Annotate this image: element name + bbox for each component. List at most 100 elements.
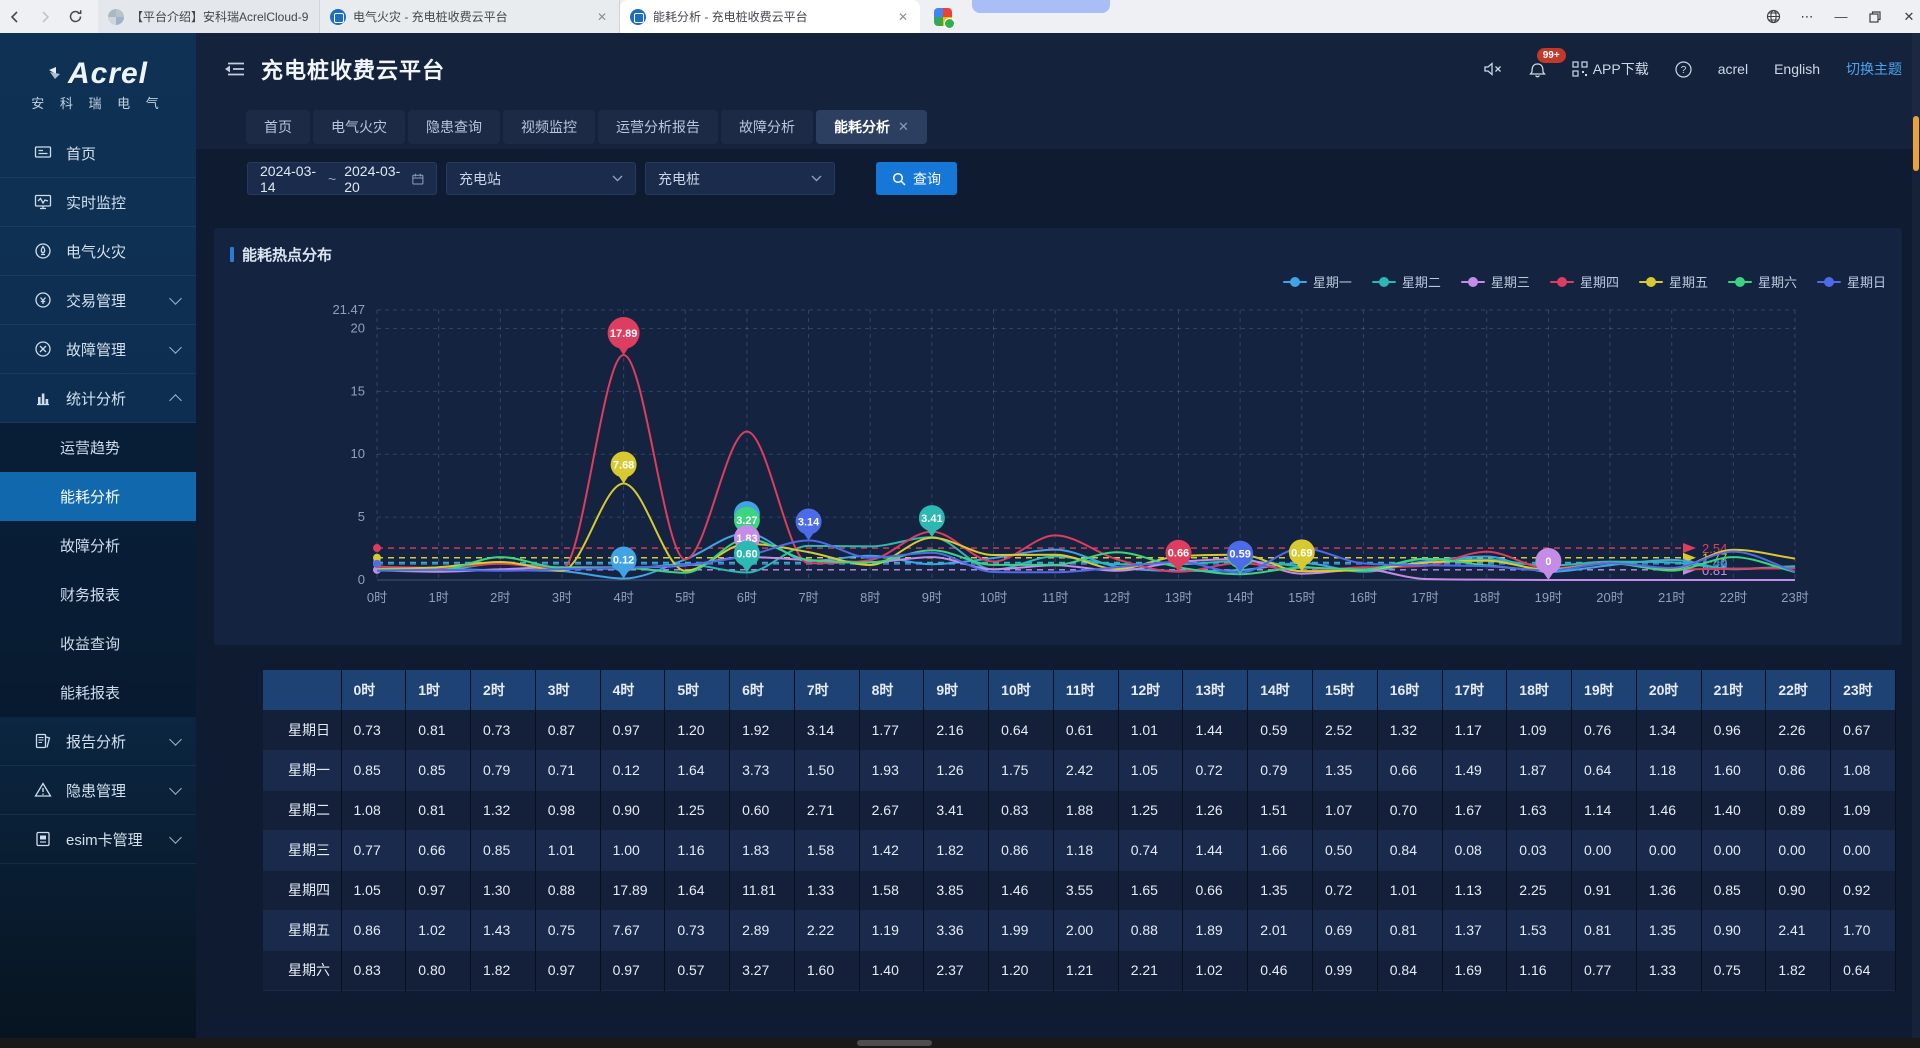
browser-menu-button[interactable]: ⋯ <box>1790 0 1824 33</box>
table-cell: 2.67 <box>859 790 924 830</box>
table-cell: 1.83 <box>730 830 795 870</box>
svg-text:22时: 22时 <box>1720 590 1747 605</box>
table-cell: 1.40 <box>1701 790 1766 830</box>
notification-badge: 99+ <box>1537 48 1566 63</box>
calendar-icon <box>412 172 424 186</box>
page-tab-video-monitor[interactable]: 视频监控 <box>503 110 595 144</box>
page-tab-electrical-fire[interactable]: 电气火灾 <box>313 110 405 144</box>
svg-text:9时: 9时 <box>922 590 942 605</box>
table-cell: 0.00 <box>1701 830 1766 870</box>
sidebar-item-stats-analysis[interactable]: 统计分析 <box>0 374 196 423</box>
topbar-right: 99+ APP下载 ? acrel English 切换主题 <box>1484 59 1902 79</box>
tab-close-icon[interactable]: ✕ <box>896 10 910 24</box>
window-minimize-button[interactable]: — <box>1824 0 1858 33</box>
browser-tab-intro[interactable]: 【平台介绍】安科瑞AcrelCloud-9 <box>98 0 320 33</box>
sidebar-subitem-label: 能耗分析 <box>60 486 120 507</box>
legend-item-星期日[interactable]: 星期日 <box>1817 272 1886 291</box>
svg-text:23时: 23时 <box>1781 590 1808 605</box>
notifications-button[interactable]: 99+ <box>1529 60 1546 78</box>
horizontal-scrollbar[interactable] <box>0 1038 1920 1048</box>
sidebar-item-home[interactable]: 首页 <box>0 129 196 178</box>
horizontal-scrollbar-thumb[interactable] <box>857 1040 932 1046</box>
vertical-scrollbar-thumb[interactable] <box>1913 116 1919 171</box>
sidebar-subitem-energy-analysis[interactable]: 能耗分析 <box>0 472 196 521</box>
sidebar-item-report-analysis[interactable]: 报告分析 <box>0 717 196 766</box>
table-cell: 2.01 <box>1248 910 1313 950</box>
table-cell: 1.53 <box>1507 910 1572 950</box>
sidebar-item-esim-card-mgmt[interactable]: esim卡管理 <box>0 815 196 864</box>
page-tab-bar: 首页 电气火灾隐患查询视频监控运营分析报告故障分析能耗分析✕ <box>196 105 1920 149</box>
browser-back-button[interactable] <box>0 0 30 33</box>
theme-switch-link[interactable]: 切换主题 <box>1846 59 1902 79</box>
table-row-星期四: 星期四1.050.971.300.8817.891.6411.811.331.5… <box>263 870 1896 910</box>
page-tab-home[interactable]: 首页 <box>246 110 310 144</box>
table-body: 星期日0.730.810.730.870.971.201.923.141.772… <box>263 710 1896 990</box>
window-close-button[interactable]: ✕ <box>1892 0 1920 33</box>
sidebar-subitem-label: 能耗报表 <box>60 682 120 703</box>
table-col-header: 13时 <box>1183 670 1248 710</box>
query-button[interactable]: 查询 <box>876 162 957 195</box>
chart-legend: 星期一 星期二 星期三 星期四 星期五 星期六 星期日 <box>1283 272 1886 291</box>
table-cell: 1.70 <box>1831 910 1896 950</box>
tab-close-icon[interactable]: ✕ <box>595 10 609 24</box>
sidebar-subitem-fault-analysis[interactable]: 故障分析 <box>0 521 196 570</box>
sidebar-item-transaction-mgmt[interactable]: 交易管理 <box>0 276 196 325</box>
browser-tab-energy-analysis[interactable]: 能耗分析 - 充电桩收费云平台 ✕ <box>620 0 920 33</box>
sidebar-subitem-energy-report[interactable]: 能耗报表 <box>0 668 196 717</box>
transaction-icon <box>34 291 52 309</box>
sidebar-subitem-operation-trend[interactable]: 运营趋势 <box>0 423 196 472</box>
chevron-down-icon <box>169 733 182 746</box>
browser-tab-electrical-fire[interactable]: 电气火灾 - 充电桩收费云平台✕ <box>320 0 620 33</box>
marker-pin-星期四-17.89: 17.89 <box>608 317 640 355</box>
page-tab-operation-report[interactable]: 运营分析报告 <box>598 110 718 144</box>
query-button-label: 查询 <box>913 169 941 189</box>
language-switch[interactable]: English <box>1774 61 1820 77</box>
sidebar-subitem-revenue-query[interactable]: 收益查询 <box>0 619 196 668</box>
pile-select[interactable]: 充电桩 <box>645 162 835 195</box>
table-cell: 0.12 <box>600 750 665 790</box>
legend-item-星期六[interactable]: 星期六 <box>1728 272 1797 291</box>
table-cell: 1.20 <box>665 710 730 750</box>
page-tab-fault-analysis[interactable]: 故障分析 <box>721 110 813 144</box>
browser-tab-title: 能耗分析 - 充电桩收费云平台 <box>653 8 889 25</box>
table-cell: 0.81 <box>406 710 471 750</box>
table-cell: 0.80 <box>406 950 471 990</box>
sidebar-item-electrical-fire[interactable]: 电气火灾 <box>0 227 196 276</box>
sidebar-item-realtime-monitor[interactable]: 实时监控 <box>0 178 196 227</box>
legend-item-星期三[interactable]: 星期三 <box>1461 272 1530 291</box>
browser-reload-button[interactable] <box>60 0 90 33</box>
help-button[interactable]: ? <box>1675 61 1692 78</box>
legend-item-星期五[interactable]: 星期五 <box>1639 272 1708 291</box>
page-tab-label: 首页 <box>264 117 292 137</box>
station-select[interactable]: 充电站 <box>446 162 636 195</box>
table-col-header: 5时 <box>665 670 730 710</box>
page-tab-energy-analysis[interactable]: 能耗分析✕ <box>816 110 927 144</box>
browser-forward-button[interactable] <box>30 0 60 33</box>
browser-globe-button[interactable] <box>1756 0 1790 33</box>
sidebar-item-label: 报告分析 <box>66 731 126 752</box>
table-cell: 0.64 <box>1572 750 1637 790</box>
extension-pinwheel-icon[interactable] <box>934 8 952 26</box>
table-cell: 0.87 <box>535 710 600 750</box>
sidebar-subitem-financial-report[interactable]: 财务报表 <box>0 570 196 619</box>
legend-item-星期四[interactable]: 星期四 <box>1550 272 1619 291</box>
sidebar-item-hazard-mgmt[interactable]: 隐患管理 <box>0 766 196 815</box>
table-cell: 1.16 <box>1507 950 1572 990</box>
mute-button[interactable] <box>1484 61 1503 77</box>
username[interactable]: acrel <box>1718 61 1748 77</box>
vertical-scrollbar[interactable] <box>1912 33 1920 1038</box>
date-range-picker[interactable]: 2024-03-14 ~ 2024-03-20 <box>247 162 437 195</box>
legend-item-星期一[interactable]: 星期一 <box>1283 272 1352 291</box>
sidebar-item-label: 交易管理 <box>66 290 126 311</box>
legend-item-星期二[interactable]: 星期二 <box>1372 272 1441 291</box>
window-restore-button[interactable] <box>1858 0 1892 33</box>
table-cell: 0.00 <box>1831 830 1896 870</box>
app-download-button[interactable]: APP下载 <box>1572 59 1649 79</box>
page-tab-hazard-query[interactable]: 隐患查询 <box>408 110 500 144</box>
sidebar-collapse-button[interactable] <box>223 60 245 78</box>
table-row-header: 星期六 <box>263 950 341 990</box>
tab-close-icon[interactable]: ✕ <box>898 119 909 135</box>
tab-favicon-acrel-icon <box>630 9 646 25</box>
table-col-header: 23时 <box>1831 670 1896 710</box>
sidebar-item-fault-mgmt[interactable]: 故障管理 <box>0 325 196 374</box>
